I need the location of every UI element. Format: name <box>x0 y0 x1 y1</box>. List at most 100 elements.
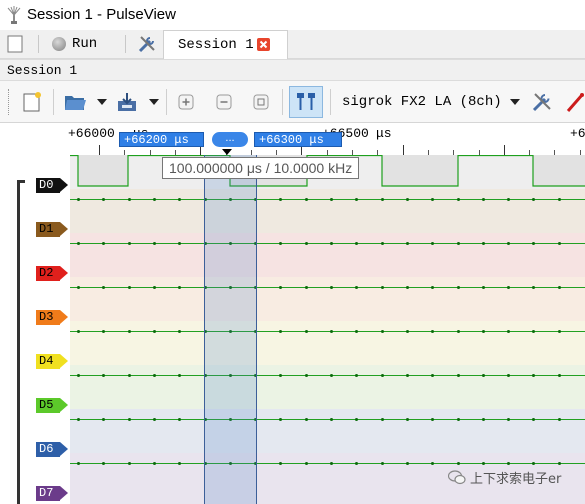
tag-arrow-icon <box>60 178 68 192</box>
sample-dot <box>557 462 561 465</box>
tag-arrow-icon <box>60 354 68 368</box>
sample-dot <box>557 330 561 333</box>
sample-dot <box>77 374 80 377</box>
sample-dot <box>127 286 131 289</box>
channel-tag-label: D5 <box>39 398 54 412</box>
separator <box>282 89 283 115</box>
cursor-selection-region[interactable] <box>204 155 257 504</box>
channel-tag-d5[interactable]: D5 <box>36 398 68 413</box>
channel-tag-d1[interactable]: D1 <box>36 222 68 237</box>
sample-dot <box>456 462 460 465</box>
channel-tag-d2[interactable]: D2 <box>36 266 68 281</box>
tag-arrow-icon <box>60 486 68 500</box>
sample-dot <box>152 418 156 421</box>
sample-dot <box>330 462 333 465</box>
new-view-icon[interactable] <box>20 90 44 114</box>
sample-dot <box>380 330 384 333</box>
sample-dot <box>127 462 131 465</box>
sample-dot <box>380 242 384 245</box>
session-tab-label: Session 1 <box>178 37 254 53</box>
channel-tag-d0[interactable]: D0 <box>36 178 68 193</box>
sample-dot <box>405 286 409 289</box>
lane-d2 <box>70 233 585 277</box>
sample-dot <box>405 198 409 201</box>
sample-dot <box>152 242 156 245</box>
chevron-down-icon[interactable] <box>510 99 520 105</box>
session-label: Session 1 <box>7 63 78 78</box>
cursor-middle-handle[interactable]: ... <box>212 132 248 147</box>
window-title: Session 1 - PulseView <box>27 6 176 23</box>
sample-dot <box>330 242 333 245</box>
sample-dot <box>557 418 561 421</box>
wechat-icon <box>447 470 466 485</box>
sample-dot <box>456 418 460 421</box>
sample-dot <box>127 242 131 245</box>
channel-tag-d4[interactable]: D4 <box>36 354 68 369</box>
sample-dot <box>405 374 409 377</box>
save-file-icon[interactable] <box>115 90 139 114</box>
ruler-label: +66000 <box>68 126 115 141</box>
cursor-left-flag[interactable]: +66200 μs <box>119 132 204 147</box>
zoom-out-icon[interactable] <box>212 90 236 114</box>
sample-dot <box>481 242 485 245</box>
sample-dot <box>330 418 333 421</box>
sample-dot <box>405 242 409 245</box>
sample-dot <box>304 330 308 333</box>
settings-tools-icon[interactable] <box>135 32 159 56</box>
sample-dot <box>481 374 485 377</box>
watermark: 上下求索电子er <box>447 468 562 487</box>
sample-dot <box>152 286 156 289</box>
channel-tag-label: D7 <box>39 486 54 500</box>
sample-dot <box>481 462 485 465</box>
separator <box>38 35 39 53</box>
zoom-in-icon[interactable] <box>174 90 198 114</box>
open-file-icon[interactable] <box>63 90 87 114</box>
channel-tag-label: D6 <box>39 442 54 456</box>
channel-tag-d6[interactable]: D6 <box>36 442 68 457</box>
run-indicator-icon <box>52 37 66 51</box>
sample-dot <box>405 330 409 333</box>
watermark-text: 上下求索电子er <box>470 472 562 487</box>
channel-tag-d3[interactable]: D3 <box>36 310 68 325</box>
cursor-toggle-button[interactable] <box>289 86 323 118</box>
sample-dot <box>380 418 384 421</box>
title-bar: Session 1 - PulseView <box>0 0 585 30</box>
device-selector[interactable]: sigrok FX2 LA (8ch) <box>342 94 502 110</box>
channel-tag-label: D2 <box>39 266 54 280</box>
tag-arrow-icon <box>60 222 68 236</box>
separator <box>53 89 54 115</box>
sample-dot <box>152 462 156 465</box>
sample-dot <box>481 198 485 201</box>
sample-dot <box>152 330 156 333</box>
lane-d4 <box>70 321 585 365</box>
tab-session-1[interactable]: Session 1 <box>163 30 288 59</box>
sample-dot <box>330 286 333 289</box>
channel-group-bracket[interactable] <box>17 180 25 504</box>
channel-tag-label: D3 <box>39 310 54 324</box>
sample-dot <box>557 374 561 377</box>
zoom-fit-icon[interactable] <box>249 90 273 114</box>
channel-tag-label: D0 <box>39 178 54 192</box>
new-session-icon[interactable] <box>3 32 27 56</box>
time-ruler[interactable]: +66000 μs +66500 μs +6 +66200 μs ... +66… <box>0 123 585 155</box>
device-config-icon[interactable] <box>530 90 554 114</box>
sample-dot <box>405 462 409 465</box>
chevron-down-icon[interactable] <box>149 99 159 105</box>
probe-icon[interactable] <box>563 90 585 114</box>
cursor-icon <box>297 93 315 110</box>
sample-dot <box>127 198 131 201</box>
sample-dot <box>304 286 308 289</box>
chevron-down-icon[interactable] <box>97 99 107 105</box>
run-button[interactable]: Run <box>52 34 97 54</box>
sample-dot <box>152 374 156 377</box>
sample-dot <box>77 418 80 421</box>
cursor-right-flag[interactable]: +66300 μs <box>254 132 342 147</box>
sample-dot <box>77 198 80 201</box>
channel-tag-d7[interactable]: D7 <box>36 486 68 501</box>
run-label: Run <box>72 36 98 52</box>
sample-dot <box>127 330 131 333</box>
sample-dot <box>481 286 485 289</box>
close-icon[interactable] <box>257 38 270 51</box>
sample-dot <box>456 242 460 245</box>
sample-dot <box>456 286 460 289</box>
